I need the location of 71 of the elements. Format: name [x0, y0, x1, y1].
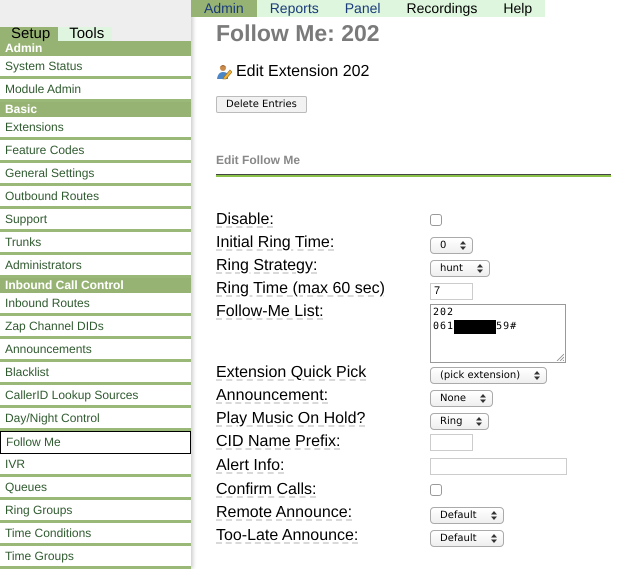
user-edit-icon: [216, 64, 232, 80]
sidebar-item[interactable]: Inbound Routes: [0, 293, 191, 316]
nav-tab[interactable]: Admin: [191, 0, 257, 17]
list-entry: 59#: [496, 320, 518, 334]
sidebar-tab[interactable]: Setup: [0, 27, 58, 41]
checkbox[interactable]: [430, 214, 442, 226]
field-label: CID Name Prefix:: [216, 432, 342, 451]
updown-icon: [460, 241, 466, 250]
field-label: Too-Late Announce:: [216, 526, 360, 545]
section-title: Edit Follow Me: [216, 153, 301, 167]
nav-tab[interactable]: Panel: [332, 0, 394, 17]
sidebar-item[interactable]: Announcements: [0, 339, 191, 362]
delete-entries-button[interactable]: Delete Entries: [216, 96, 307, 113]
sidebar-item[interactable]: Outbound Routes: [0, 186, 191, 209]
edit-extension-link[interactable]: Edit Extension 202: [236, 63, 370, 81]
field-label: Ring Strategy:: [216, 256, 318, 275]
updown-icon: [490, 511, 497, 520]
dropdown[interactable]: Default: [430, 507, 504, 524]
updown-icon: [534, 371, 540, 380]
sidebar-item[interactable]: Time Groups: [0, 546, 191, 569]
updown-icon: [476, 264, 483, 273]
field-label: Announcement:: [216, 386, 330, 405]
field-label: Confirm Calls:: [216, 480, 318, 499]
nav-tab[interactable]: Reports: [256, 0, 332, 17]
input-field[interactable]: [430, 458, 567, 475]
dropdown[interactable]: 0: [430, 237, 474, 254]
field-label: Disable:: [216, 210, 275, 229]
resize-grip-icon: [556, 353, 564, 361]
updown-icon: [490, 534, 497, 543]
sidebar-item[interactable]: Trunks: [0, 232, 191, 255]
input-field[interactable]: [430, 434, 473, 451]
dropdown[interactable]: None: [430, 390, 494, 407]
list-entry: 202: [433, 306, 454, 320]
section-header: Inbound Call Control: [0, 278, 191, 293]
sidebar-item[interactable]: Follow Me: [0, 431, 191, 454]
sidebar-item[interactable]: Zap Channel DIDs: [0, 316, 191, 339]
sidebar-item[interactable]: CallerID Lookup Sources: [0, 385, 191, 408]
section-header: Basic: [0, 102, 191, 117]
sidebar-item[interactable]: System Status: [0, 56, 191, 79]
sidebar-item[interactable]: Day/Night Control: [0, 408, 191, 431]
field-label: Extension Quick Pick: [216, 363, 368, 382]
dropdown[interactable]: (pick extension): [430, 367, 548, 384]
sidebar-item[interactable]: General Settings: [0, 163, 191, 186]
field-label: Follow-Me List:: [216, 302, 325, 321]
sidebar-item[interactable]: Support: [0, 209, 191, 232]
nav-tab[interactable]: Recordings: [394, 0, 490, 17]
sidebar-item[interactable]: Time Conditions: [0, 523, 191, 546]
updown-icon: [476, 417, 482, 426]
field-label: Ring Time (max 60 sec): [216, 279, 386, 298]
sidebar-item[interactable]: Extensions: [0, 117, 191, 140]
sidebar-item[interactable]: IVR: [0, 454, 191, 477]
text-area[interactable]: 202 061 59#: [430, 304, 566, 363]
sidebar-item[interactable]: Ring Groups: [0, 500, 191, 523]
input-field[interactable]: 7: [430, 283, 473, 300]
list-entry: 061: [433, 320, 454, 334]
nav-tab[interactable]: Help: [490, 0, 546, 17]
sidebar-item[interactable]: Queues: [0, 477, 191, 500]
sidebar-item[interactable]: Feature Codes: [0, 140, 191, 163]
dropdown[interactable]: hunt: [430, 260, 490, 277]
field-label: Remote Announce:: [216, 503, 354, 522]
sidebar-item[interactable]: Blacklist: [0, 362, 191, 385]
field-label: Initial Ring Time:: [216, 233, 336, 252]
dropdown[interactable]: Ring: [430, 413, 490, 430]
section-header: Admin: [0, 41, 191, 56]
field-label: Play Music On Hold?: [216, 409, 366, 428]
field-label: Alert Info:: [216, 456, 286, 475]
dropdown[interactable]: Default: [430, 530, 504, 547]
page-title: Follow Me: 202: [216, 20, 381, 47]
checkbox[interactable]: [430, 484, 442, 496]
sidebar-tab[interactable]: Tools: [58, 27, 112, 41]
updown-icon: [480, 394, 486, 403]
